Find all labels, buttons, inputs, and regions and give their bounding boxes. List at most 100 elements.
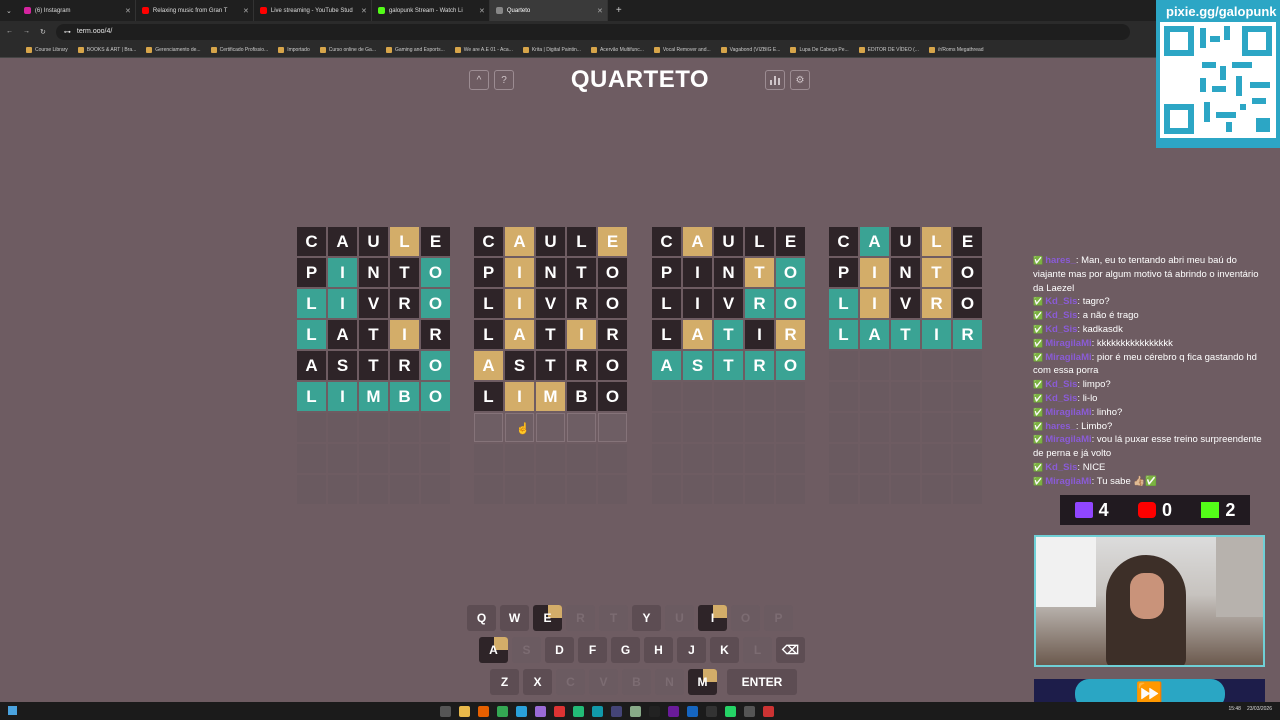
- windows-start-icon[interactable]: [8, 706, 17, 715]
- key-y[interactable]: Y: [632, 605, 661, 631]
- app-icon[interactable]: [763, 706, 774, 717]
- telegram-icon[interactable]: [516, 706, 527, 717]
- reload-icon[interactable]: ↻: [40, 28, 46, 36]
- browser-tab[interactable]: (6) Instagram ✕: [18, 0, 136, 21]
- key-x[interactable]: X: [523, 669, 552, 695]
- site-info-icon[interactable]: ⊶: [64, 28, 71, 36]
- app-icon[interactable]: [649, 706, 660, 717]
- tile: [505, 444, 534, 473]
- app-icon[interactable]: [592, 706, 603, 717]
- bookmark-item[interactable]: Vocal Remover and...: [653, 46, 711, 53]
- bookmark-item[interactable]: EDITOR DE VÍDEO (...: [858, 46, 919, 53]
- key-u[interactable]: U: [665, 605, 694, 631]
- app-icon[interactable]: [687, 706, 698, 717]
- tile: [891, 351, 920, 380]
- key-s[interactable]: S: [512, 637, 541, 663]
- new-tab-icon[interactable]: +: [608, 5, 630, 16]
- folder-icon[interactable]: [459, 706, 470, 717]
- chevron-up-icon[interactable]: ^: [469, 70, 489, 90]
- bookmark-item[interactable]: Krita | Digital Paintin...: [522, 46, 581, 53]
- key-j[interactable]: J: [677, 637, 706, 663]
- app-icon[interactable]: [554, 706, 565, 717]
- key-q[interactable]: Q: [467, 605, 496, 631]
- app-icon[interactable]: [630, 706, 641, 717]
- key-o[interactable]: O: [731, 605, 760, 631]
- close-icon[interactable]: ✕: [597, 7, 603, 15]
- key-v[interactable]: V: [589, 669, 618, 695]
- key-w[interactable]: W: [500, 605, 529, 631]
- bookmark-item[interactable]: Gaming and Esports...: [385, 46, 445, 53]
- app-icon[interactable]: [535, 706, 546, 717]
- tile: [891, 413, 920, 442]
- bookmark-icon: [77, 46, 84, 53]
- key-a[interactable]: A: [479, 637, 508, 663]
- forward-icon[interactable]: →: [23, 28, 30, 35]
- bookmark-item[interactable]: Vagabond (VIZBIG E...: [720, 46, 780, 53]
- browser-tab[interactable]: galopunk Stream - Watch Li ✕: [372, 0, 490, 21]
- key-d[interactable]: D: [545, 637, 574, 663]
- bookmark-item[interactable]: Importado: [278, 46, 310, 53]
- key-l[interactable]: L: [743, 637, 772, 663]
- bookmark-item[interactable]: Acervão Multifunc...: [590, 46, 644, 53]
- key-e[interactable]: E: [533, 605, 562, 631]
- key-k[interactable]: K: [710, 637, 739, 663]
- gear-icon[interactable]: ⚙: [790, 70, 810, 90]
- tab-menu-icon[interactable]: ⌄: [0, 7, 18, 15]
- chrome-icon[interactable]: [497, 706, 508, 717]
- bookmark-item[interactable]: Certificado Profissio...: [210, 46, 268, 53]
- help-icon[interactable]: ?: [494, 70, 514, 90]
- back-icon[interactable]: ←: [6, 28, 13, 35]
- tile: O: [953, 289, 982, 318]
- bookmark-item[interactable]: BOOKS & ART | Bra...: [77, 46, 136, 53]
- app-icon[interactable]: [440, 706, 451, 717]
- browser-tab[interactable]: Live streaming - YouTube Stud ✕: [254, 0, 372, 21]
- tile: [829, 475, 858, 504]
- chat-message: ✅ Kd_Sis: tagro?: [1033, 295, 1263, 309]
- chat-message: ✅ Kd_Sis: NICE: [1033, 461, 1263, 475]
- key-i[interactable]: I: [698, 605, 727, 631]
- app-icon[interactable]: [744, 706, 755, 717]
- bookmark-item[interactable]: Course Library: [26, 46, 68, 53]
- app-icon[interactable]: [706, 706, 717, 717]
- close-icon[interactable]: ✕: [243, 7, 249, 15]
- backspace-icon[interactable]: ⌫: [776, 637, 805, 663]
- bookmark-item[interactable]: Curso online de Ga...: [319, 46, 376, 53]
- close-icon[interactable]: ✕: [479, 7, 485, 15]
- whatsapp-icon[interactable]: [725, 706, 736, 717]
- stats-icon[interactable]: [765, 70, 785, 90]
- browser-tab[interactable]: Relaxing music from Gran T ✕: [136, 0, 254, 21]
- badge-icon: ✅: [1033, 311, 1046, 321]
- app-icon[interactable]: [668, 706, 679, 717]
- bookmark-item[interactable]: Lupa De Cabeça Pe...: [790, 46, 849, 53]
- close-icon[interactable]: ✕: [125, 7, 131, 15]
- qr-module: [1240, 104, 1246, 110]
- key-f[interactable]: F: [578, 637, 607, 663]
- close-icon[interactable]: ✕: [361, 7, 367, 15]
- key-n[interactable]: N: [655, 669, 684, 695]
- tile: [328, 413, 357, 442]
- key-c[interactable]: C: [556, 669, 585, 695]
- key-m[interactable]: M: [688, 669, 717, 695]
- key-r[interactable]: R: [566, 605, 595, 631]
- url-field[interactable]: ⊶ term.ooo/4/: [55, 23, 1130, 40]
- key-p[interactable]: P: [764, 605, 793, 631]
- tile: [421, 444, 450, 473]
- qr-module: [1256, 118, 1270, 132]
- key-z[interactable]: Z: [490, 669, 519, 695]
- tile: [567, 475, 596, 504]
- tile: [860, 444, 889, 473]
- bookmark-item[interactable]: /r/Roms Megathread: [928, 46, 984, 53]
- tile: [474, 413, 503, 442]
- key-h[interactable]: H: [644, 637, 673, 663]
- badge-icon: ✅: [1033, 393, 1046, 403]
- key-b[interactable]: B: [622, 669, 651, 695]
- app-icon[interactable]: [573, 706, 584, 717]
- bookmark-item[interactable]: Gerenciamento de...: [146, 46, 201, 53]
- app-icon[interactable]: [611, 706, 622, 717]
- firefox-icon[interactable]: [478, 706, 489, 717]
- key-t[interactable]: T: [599, 605, 628, 631]
- browser-tab[interactable]: Quarteto ✕: [489, 0, 608, 21]
- enter-key[interactable]: ENTER: [727, 669, 797, 695]
- key-g[interactable]: G: [611, 637, 640, 663]
- bookmark-item[interactable]: We are A.E 01 - Aca...: [454, 46, 513, 53]
